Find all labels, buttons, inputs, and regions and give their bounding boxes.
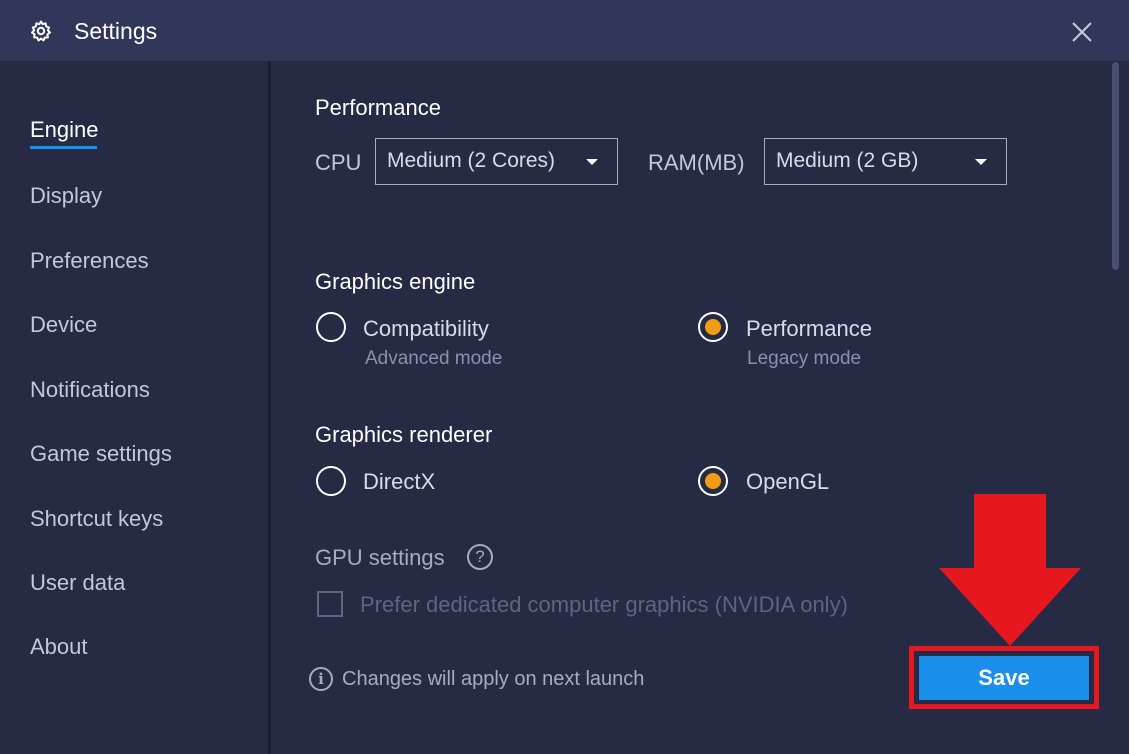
graphics-engine-title: Graphics engine [315,269,476,294]
radio-directx-label[interactable]: DirectX [363,469,435,495]
info-icon: i [309,667,333,691]
cpu-label: CPU [315,150,362,175]
sidebar-item-user-data[interactable]: User data [30,570,125,596]
gpu-settings-title: GPU settings [315,545,445,570]
ram-label: RAM(MB) [648,150,745,175]
sidebar-item-game-settings[interactable]: Game settings [30,441,172,467]
ram-dropdown[interactable]: Medium (2 GB) [764,138,1007,185]
chevron-down-icon [586,159,598,165]
sidebar-item-shortcut-keys[interactable]: Shortcut keys [30,506,163,532]
active-tab-indicator [30,146,97,149]
radio-performance-label[interactable]: Performance [746,316,872,342]
radio-performance[interactable] [698,312,728,342]
radio-opengl-label[interactable]: OpenGL [746,469,829,495]
radio-compatibility-label[interactable]: Compatibility [363,316,489,342]
sidebar-item-preferences[interactable]: Preferences [30,248,149,274]
close-icon[interactable] [1068,18,1096,46]
arrow-down-icon [939,494,1081,646]
radio-directx[interactable] [316,466,346,496]
save-button[interactable]: Save [919,656,1089,700]
radio-compatibility-sublabel: Advanced mode [365,348,503,369]
sidebar-item-notifications[interactable]: Notifications [30,377,150,403]
ram-dropdown-value: Medium (2 GB) [776,149,919,172]
sidebar-item-engine[interactable]: Engine [30,117,99,143]
sidebar-item-display[interactable]: Display [30,183,102,209]
gear-icon [31,20,51,42]
graphics-renderer-title: Graphics renderer [315,422,493,447]
radio-opengl[interactable] [698,466,728,496]
cpu-dropdown[interactable]: Medium (2 Cores) [375,138,618,185]
scrollbar-thumb[interactable] [1112,62,1119,270]
window-title: Settings [74,18,158,44]
prefer-dedicated-gpu-label: Prefer dedicated computer graphics (NVID… [360,592,848,617]
prefer-dedicated-gpu-checkbox[interactable] [317,591,343,617]
restart-notice: Changes will apply on next launch [342,668,645,690]
sidebar-item-about[interactable]: About [30,634,88,660]
help-icon[interactable]: ? [467,544,493,570]
cpu-dropdown-value: Medium (2 Cores) [387,149,556,172]
title-bar: Settings [0,0,1129,61]
chevron-down-icon [975,159,987,165]
performance-title: Performance [315,95,441,120]
radio-compatibility[interactable] [316,312,346,342]
sidebar-item-device[interactable]: Device [30,312,97,338]
radio-performance-sublabel: Legacy mode [747,348,862,369]
